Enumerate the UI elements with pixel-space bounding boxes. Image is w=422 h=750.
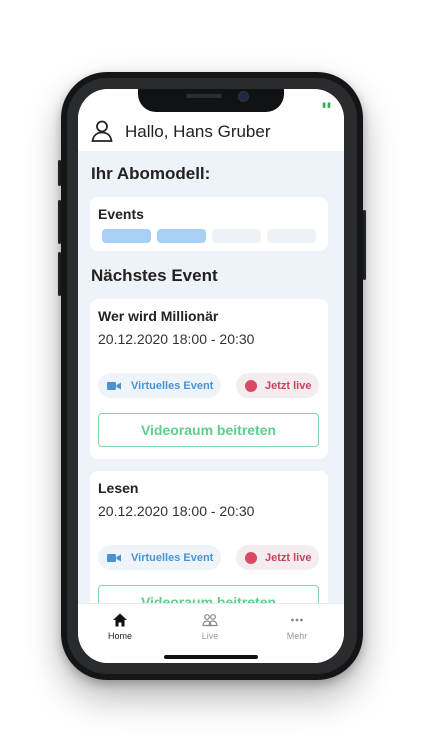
subscription-card-label: Events: [98, 206, 144, 222]
chip-label: Virtuelles Event: [131, 379, 214, 392]
event-title: Lesen: [98, 480, 139, 496]
tab-label: Home: [107, 631, 132, 641]
user-icon[interactable]: [90, 119, 114, 143]
app-screen: ▮▮ Hallo, Hans Gruber Ihr Abomodell: Eve…: [78, 89, 344, 663]
side-button: [58, 200, 61, 244]
next-event-title: Nächstes Event: [91, 266, 218, 285]
speaker: [186, 94, 222, 98]
event-date: 20.12.2020 18:00 - 20:30: [98, 503, 255, 519]
live-dot-icon: [245, 379, 257, 392]
greeting: Hallo, Hans Gruber: [125, 122, 271, 141]
live-status-chip: Jetzt live: [236, 545, 319, 570]
tab-label: Mehr: [286, 631, 308, 641]
chip-label: Jetzt live: [265, 379, 312, 392]
battery-icon: ▮▮: [322, 102, 332, 109]
home-icon: [113, 613, 127, 627]
live-dot-icon: [245, 551, 257, 564]
people-icon: [202, 614, 218, 627]
subscription-segment-filled: [157, 229, 206, 243]
subscription-card[interactable]: Events: [90, 197, 328, 251]
chip-label: Virtuelles Event: [131, 551, 214, 564]
video-camera-icon: [107, 381, 121, 390]
subscription-segment-filled: [102, 229, 151, 243]
side-button: [58, 160, 61, 186]
virtual-event-chip: Virtuelles Event: [98, 373, 221, 398]
side-button: [363, 210, 366, 280]
chip-label: Jetzt live: [265, 551, 312, 564]
event-date: 20.12.2020 18:00 - 20:30: [98, 331, 255, 347]
video-camera-icon: [107, 553, 121, 562]
live-status-chip: Jetzt live: [236, 373, 319, 398]
subscription-segment-empty: [267, 229, 316, 243]
side-button: [58, 252, 61, 296]
tab-label: Live: [201, 631, 219, 641]
subscription-title: Ihr Abomodell:: [91, 164, 211, 183]
subscription-segment-empty: [212, 229, 261, 243]
notch: [138, 89, 284, 112]
camera: [238, 91, 249, 102]
event-card[interactable]: Wer wird Millionär 20.12.2020 18:00 - 20…: [90, 299, 328, 459]
tab-home[interactable]: Home: [90, 612, 150, 641]
join-video-room-button[interactable]: Videoraum beitreten: [98, 413, 319, 447]
tab-bar: Home Live Mehr: [78, 603, 344, 663]
virtual-event-chip: Virtuelles Event: [98, 545, 221, 570]
tab-more[interactable]: Mehr: [267, 612, 327, 641]
event-title: Wer wird Millionär: [98, 308, 219, 324]
more-icon: [291, 618, 303, 622]
tab-live[interactable]: Live: [180, 612, 240, 641]
home-indicator[interactable]: [164, 655, 258, 659]
